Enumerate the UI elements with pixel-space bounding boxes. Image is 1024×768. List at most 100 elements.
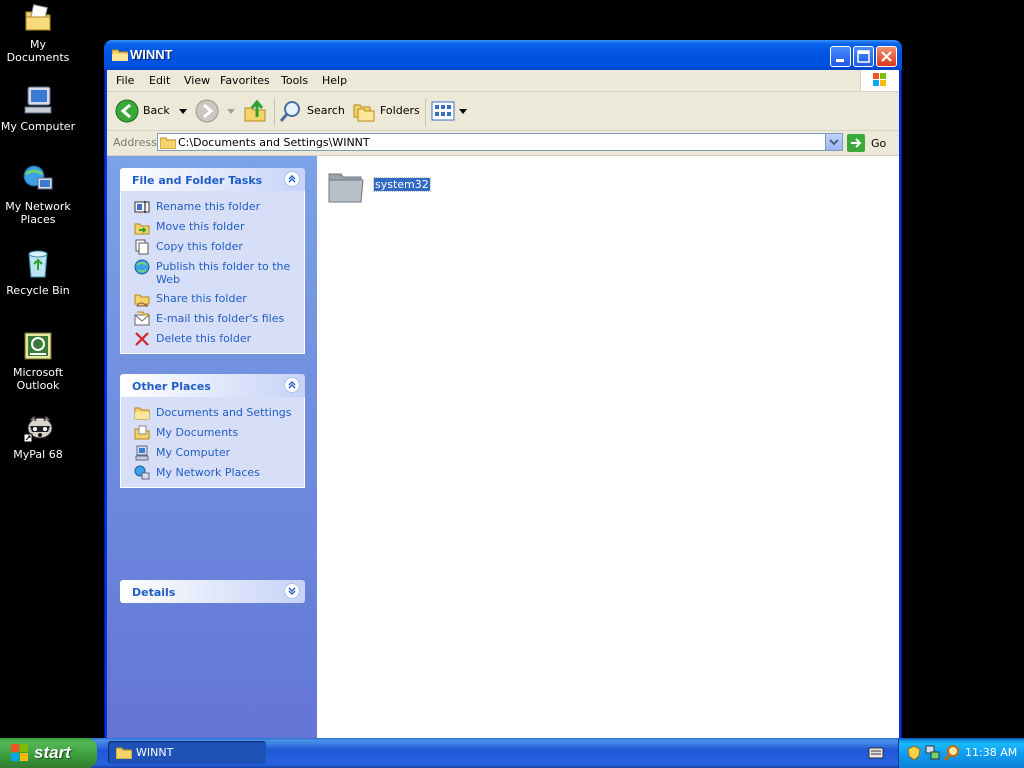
go-label: Go (871, 137, 887, 150)
keyboard-icon[interactable] (868, 745, 884, 761)
network-places-icon (134, 465, 150, 480)
share-folder-icon (134, 294, 150, 307)
chevron-down-icon (227, 109, 235, 114)
windows-logo-icon (860, 70, 899, 91)
chevron-down-icon (179, 109, 187, 114)
recycle-bin-icon (22, 248, 54, 280)
other-place-my-computer[interactable]: My Computer (121, 443, 304, 463)
details-panel: Details (120, 580, 305, 603)
clock: 11:38 AM (965, 746, 1018, 759)
menu-tools[interactable]: Tools (281, 74, 308, 87)
window-client-area: File Edit View Favorites Tools Help Back (107, 70, 899, 740)
folder-icon (116, 747, 132, 759)
up-folder-button[interactable] (243, 99, 269, 123)
panel-title: Other Places (132, 380, 211, 393)
menu-file[interactable]: File (116, 74, 134, 87)
desktop-icon-label: MyPal 68 (13, 448, 63, 461)
minimize-icon (836, 59, 844, 62)
folder-icon (134, 407, 150, 420)
back-arrow-icon (115, 99, 139, 123)
folders-label: Folders (380, 104, 420, 117)
desktop-icon-mypal[interactable]: MyPal 68 (0, 412, 78, 461)
title-bar[interactable]: WINNT (104, 40, 902, 70)
standard-toolbar: Back Search Folders (107, 92, 899, 131)
outlook-icon (22, 330, 54, 362)
desktop-icon-label: Microsoft Outlook (12, 366, 64, 392)
address-label: Address (113, 136, 157, 149)
email-icon (134, 311, 150, 326)
menu-view[interactable]: View (184, 74, 210, 87)
details-header[interactable]: Details (120, 580, 305, 603)
share-folder-link[interactable]: Share this folder (121, 289, 304, 309)
other-places-header[interactable]: Other Places (120, 374, 305, 397)
address-bar: Address C:\Documents and Settings\WINNT … (107, 131, 899, 156)
taskbar-window-label: WINNT (136, 746, 174, 759)
toolbar-separator (274, 98, 275, 126)
delete-folder-link[interactable]: Delete this folder (121, 329, 304, 349)
menu-favorites[interactable]: Favorites (220, 74, 270, 87)
close-button[interactable] (876, 46, 897, 67)
other-place-documents-and-settings[interactable]: Documents and Settings (121, 403, 304, 423)
rename-folder-link[interactable]: Rename this folder (121, 197, 304, 217)
file-folder-tasks-header[interactable]: File and Folder Tasks (120, 168, 305, 191)
menu-edit[interactable]: Edit (149, 74, 170, 87)
folders-icon (353, 104, 375, 122)
chevron-down-icon (829, 139, 839, 146)
start-button[interactable]: start (0, 738, 97, 768)
email-folder-link[interactable]: E-mail this folder's files (121, 309, 304, 329)
desktop-icon-recycle-bin[interactable]: Recycle Bin (0, 248, 78, 297)
my-documents-icon (22, 2, 54, 34)
maximize-button[interactable] (853, 46, 874, 67)
taskbar: start WINNT 11:38 AM (0, 738, 1024, 768)
address-input[interactable]: C:\Documents and Settings\WINNT (157, 133, 843, 151)
search-label: Search (307, 104, 345, 117)
other-places-list: Documents and Settings My Documents My C… (120, 397, 305, 488)
my-documents-icon (134, 425, 150, 440)
taskbar-window-button[interactable]: WINNT (108, 741, 266, 764)
folders-button[interactable]: Folders (352, 99, 420, 123)
network-icon[interactable] (925, 745, 941, 761)
file-folder-tasks-list: Rename this folder Move this folder Copy… (120, 191, 305, 354)
globe-icon (134, 259, 150, 275)
back-button[interactable]: Back (115, 99, 187, 123)
toolbar-separator (425, 98, 426, 126)
windows-flag-icon (11, 744, 28, 761)
address-path: C:\Documents and Settings\WINNT (178, 136, 370, 149)
minimize-button[interactable] (830, 46, 851, 67)
search-icon[interactable] (944, 745, 960, 761)
other-place-my-documents[interactable]: My Documents (121, 423, 304, 443)
collapse-chevron-icon[interactable] (284, 377, 300, 393)
menu-help[interactable]: Help (322, 74, 347, 87)
my-computer-icon (22, 84, 54, 116)
publish-folder-link[interactable]: Publish this folder to the Web (121, 257, 304, 289)
desktop-icon-my-computer[interactable]: My Computer (0, 84, 78, 133)
expand-chevron-icon[interactable] (284, 583, 300, 599)
address-dropdown-button[interactable] (825, 134, 842, 150)
other-place-my-network-places[interactable]: My Network Places (121, 463, 304, 483)
desktop-icon-microsoft-outlook[interactable]: Microsoft Outlook (0, 330, 78, 392)
copy-folder-link[interactable]: Copy this folder (121, 237, 304, 257)
search-button[interactable]: Search (279, 99, 345, 123)
window-title: WINNT (130, 47, 173, 62)
system-tray: 11:38 AM (898, 738, 1024, 768)
copy-icon (135, 239, 149, 255)
back-label: Back (143, 104, 170, 117)
go-arrow-icon (847, 134, 865, 152)
go-button[interactable]: Go (847, 134, 897, 152)
move-folder-link[interactable]: Move this folder (121, 217, 304, 237)
file-list-view: system32 (317, 156, 899, 740)
collapse-chevron-icon[interactable] (284, 171, 300, 187)
folder-icon (111, 48, 129, 62)
desktop-icon-label: My Network Places (5, 200, 71, 226)
forward-button[interactable] (195, 99, 235, 123)
desktop-icon-my-documents[interactable]: My Documents (0, 2, 78, 64)
views-button[interactable] (431, 99, 467, 123)
security-shield-icon[interactable] (906, 745, 922, 761)
rename-icon (134, 201, 150, 213)
desktop-icon-label: Recycle Bin (6, 284, 70, 297)
desktop-icon-my-network-places[interactable]: My Network Places (0, 164, 78, 226)
task-pane: File and Folder Tasks Rename this folder… (107, 156, 317, 740)
explorer-window: WINNT File Edit View Favorites Tools Hel… (104, 40, 902, 740)
folder-icon (160, 137, 176, 149)
folder-icon (328, 173, 364, 203)
